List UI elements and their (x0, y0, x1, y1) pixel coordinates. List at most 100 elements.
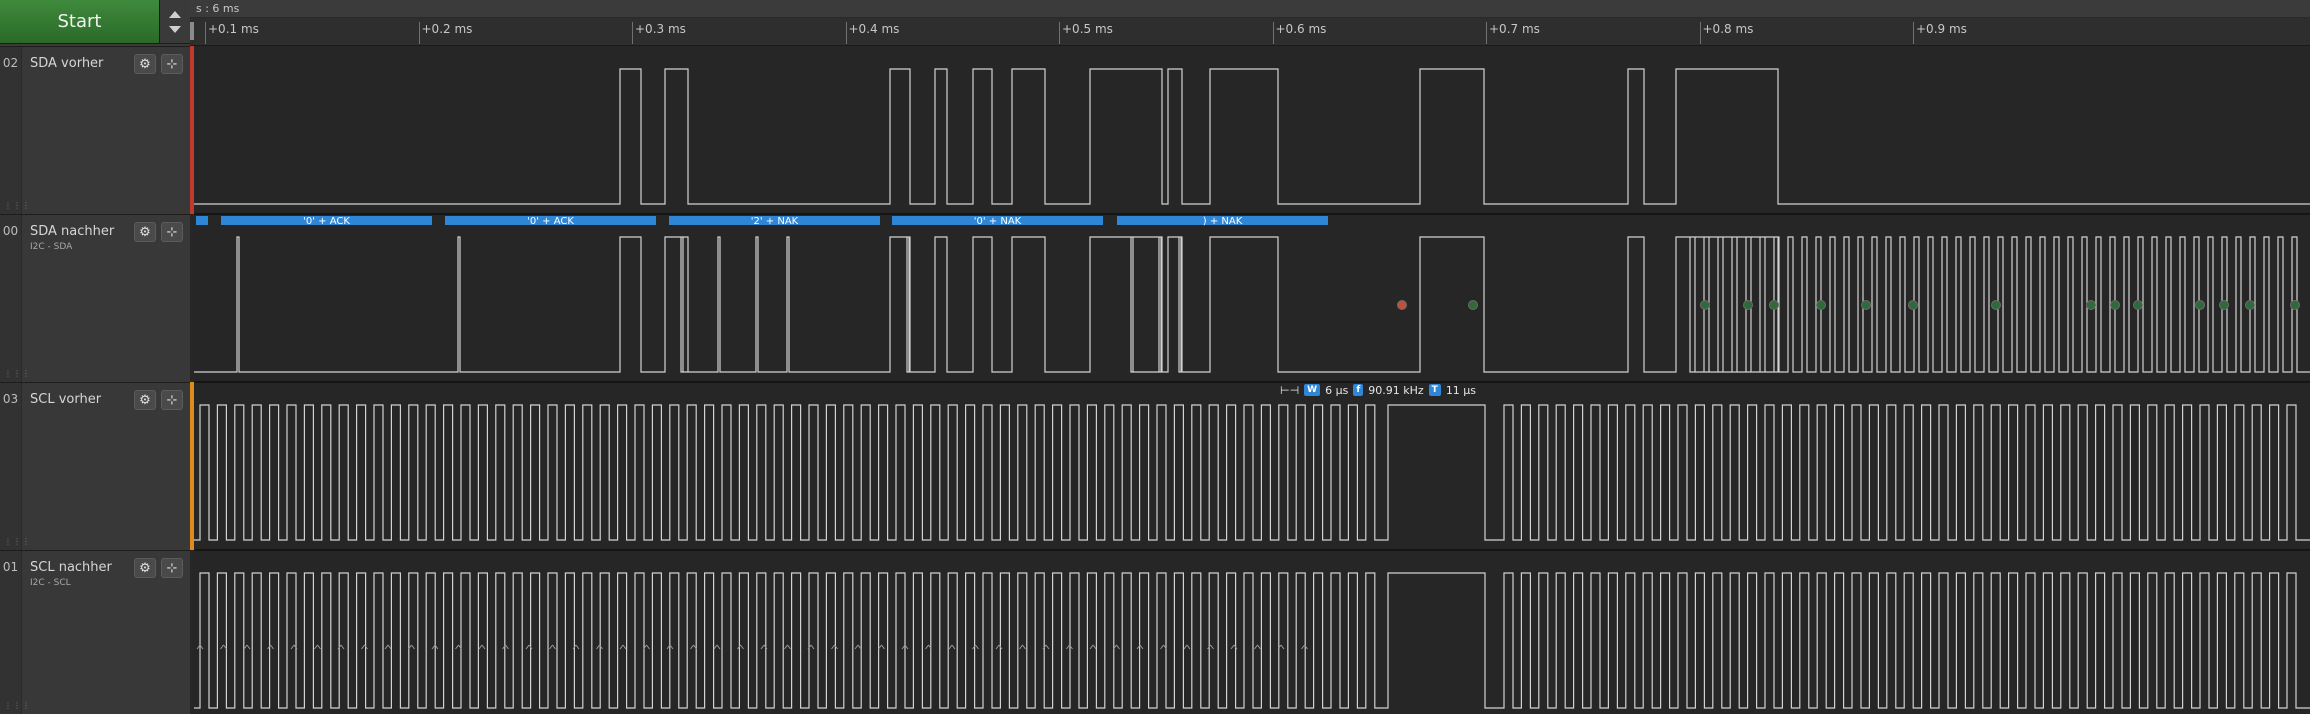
clock-edge-marker (995, 644, 1003, 650)
decoded-frame-label: '2' + NAK (751, 216, 799, 227)
ruler-tick (1059, 22, 1060, 44)
clock-edge-marker (502, 644, 509, 650)
ruler-label: +0.9 ms (1916, 22, 1967, 36)
ruler-tick (632, 22, 633, 44)
measurement-readout: ⊢⊣ W 6 µs f 90.91 kHz T 11 µs (1280, 382, 1476, 398)
clock-edge-marker (361, 644, 368, 650)
waveform-canvas[interactable]: '0' + ACK '0' + ACK '2' + NAK '0' + NAK) + … (194, 46, 2310, 714)
clock-edge-marker (737, 644, 744, 650)
channel-analyzer-label: I2C - SCL (30, 578, 71, 588)
sample-dot (1743, 300, 1753, 310)
clock-edge-marker (619, 644, 627, 650)
ruler-cursor[interactable] (190, 22, 194, 40)
decoded-frame (196, 216, 208, 225)
ruler-label: +0.7 ms (1489, 22, 1540, 36)
ruler-label: +0.2 ms (421, 22, 473, 36)
clock-edge-marker (1254, 644, 1261, 650)
gear-icon[interactable]: ⚙ (134, 222, 156, 242)
add-trace-icon[interactable]: ⊹ (161, 222, 183, 242)
add-trace-icon[interactable]: ⊹ (161, 390, 183, 410)
arrow-down-icon[interactable] (169, 26, 181, 33)
channel-name[interactable]: SCL nachher (30, 560, 112, 575)
sample-dot (1769, 300, 1779, 310)
grip-icon[interactable]: ⋮⋮⋮ (4, 369, 31, 378)
clock-edge-marker (596, 644, 603, 650)
clock-edge-marker (1089, 644, 1097, 650)
add-trace-icon[interactable]: ⊹ (161, 558, 183, 578)
width-measure-icon: ⊢⊣ (1280, 383, 1300, 397)
decoded-frame-label: '0' + ACK (527, 216, 574, 227)
ruler-label: +0.3 ms (635, 22, 686, 36)
clock-edge-marker (713, 644, 721, 650)
sample-dot (2086, 300, 2096, 310)
clock-edge-marker (854, 644, 862, 650)
gear-icon[interactable]: ⚙ (134, 390, 156, 410)
clock-edge-marker (267, 644, 274, 650)
clock-edge-marker (878, 644, 885, 650)
channel-number: 01 (0, 551, 22, 714)
decoded-frame-label: '0' + ACK (303, 216, 350, 227)
time-readout: s : 6 ms (196, 2, 240, 15)
clock-edge-marker (1183, 644, 1191, 650)
sample-dot (1397, 300, 1407, 310)
ruler-tick (845, 22, 847, 44)
period-badge: T (1428, 384, 1441, 396)
add-trace-icon[interactable]: ⊹ (161, 54, 183, 74)
channel-header-sda-vorher: 02 SDA vorher ⚙ ⊹ ⋮⋮⋮ (0, 46, 190, 214)
sample-dot (1816, 300, 1826, 310)
clock-edge-marker (1019, 644, 1026, 650)
clock-edge-marker (1113, 644, 1120, 650)
channel-name[interactable]: SDA nachher (30, 224, 114, 239)
clock-edge-marker (784, 644, 791, 650)
clock-edge-marker (948, 644, 956, 650)
grip-icon[interactable]: ⋮⋮⋮ (4, 537, 31, 546)
channel-header-sda-nachher: 00 SDA nachher I2C - SDA ⚙ ⊹ ⋮⋮⋮ (0, 214, 190, 382)
gear-icon[interactable]: ⚙ (134, 54, 156, 74)
sample-dot (2110, 300, 2120, 310)
channel-name[interactable]: SCL vorher (30, 392, 101, 407)
grip-icon[interactable]: ⋮⋮⋮ (4, 201, 31, 210)
sample-dot (1908, 300, 1918, 310)
sample-dot (1700, 300, 1710, 310)
channel-header-scl-vorher: 03 SCL vorher ⚙ ⊹ ⋮⋮⋮ (0, 382, 190, 550)
ruler-label: +0.6 ms (1275, 22, 1327, 36)
start-options-stepper[interactable] (160, 0, 190, 44)
grip-icon[interactable]: ⋮⋮⋮ (4, 701, 31, 710)
clock-edge-marker (478, 644, 486, 650)
clock-edge-marker (314, 644, 321, 650)
channel-header-scl-nachher: 01 SCL nachher I2C - SCL ⚙ ⊹ ⋮⋮⋮ (0, 550, 190, 714)
frequency-badge: f (1353, 384, 1364, 396)
gear-icon[interactable]: ⚙ (134, 558, 156, 578)
clock-edge-marker (972, 644, 979, 650)
arrow-up-icon[interactable] (169, 11, 181, 18)
width-value: 6 µs (1325, 383, 1349, 397)
channel-name[interactable]: SDA vorher (30, 56, 103, 71)
clock-edge-marker (243, 644, 251, 650)
sample-dot (2245, 300, 2255, 310)
clock-edge-marker (690, 644, 697, 650)
scl-vorher-trace (194, 404, 2310, 541)
sda-vorher-trace (194, 68, 2310, 205)
sample-dot (1991, 300, 2001, 310)
clock-edge-marker (549, 644, 556, 650)
channel-number: 03 (0, 383, 22, 550)
time-readout-bar: s : 6 ms (190, 0, 2310, 18)
frequency-value: 90.91 kHz (1368, 383, 1424, 397)
sample-dot (2195, 300, 2205, 310)
channel-analyzer-label: I2C - SDA (30, 242, 73, 252)
clock-edge-marker (220, 644, 227, 650)
channel-number: 00 (0, 215, 22, 382)
ruler-tick (205, 22, 206, 44)
ruler-label: +0.4 ms (848, 22, 900, 36)
sample-dot (2290, 300, 2300, 310)
ruler-tick (1486, 22, 1487, 44)
width-badge: W (1304, 384, 1321, 396)
waveform-area[interactable]: '0' + ACK '0' + ACK '2' + NAK '0' + NAK) + … (194, 46, 2310, 714)
ruler-label: +0.8 ms (1702, 22, 1754, 36)
ruler-tick (418, 22, 420, 44)
decoded-frame-label: '0' + NAK (974, 216, 1022, 227)
clock-edge-marker (831, 644, 838, 650)
time-ruler[interactable]: +0.1 ms +0.2 ms +0.3 ms +0.4 ms +0.5 ms +0.6 … (190, 18, 2310, 46)
start-button[interactable]: Start (0, 0, 160, 44)
sample-dot (1468, 300, 1478, 310)
